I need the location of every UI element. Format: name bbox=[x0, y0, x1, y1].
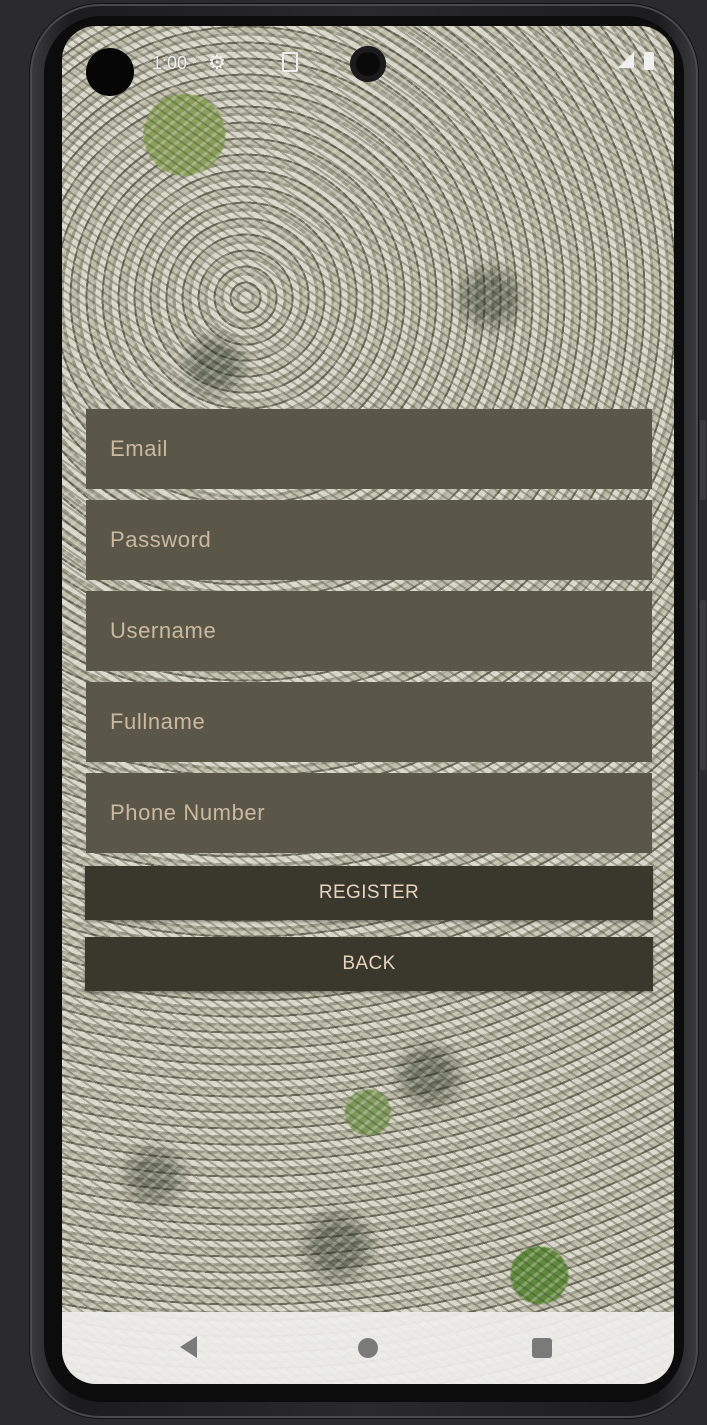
fullname-field[interactable]: Fullname bbox=[86, 682, 652, 762]
password-field[interactable]: Password bbox=[86, 500, 652, 580]
username-field[interactable]: Username bbox=[86, 591, 652, 671]
signal-icon bbox=[618, 52, 634, 68]
password-placeholder: Password bbox=[110, 527, 212, 552]
sim-card-icon bbox=[282, 52, 298, 72]
register-form: Email Password Username Fullname Phone N… bbox=[85, 409, 653, 991]
phone-number-placeholder: Phone Number bbox=[110, 800, 266, 825]
battery-icon bbox=[644, 52, 654, 70]
screen: 1:00 ⚙ Email Password Username Fullname bbox=[62, 26, 674, 1384]
punch-hole-camera bbox=[350, 46, 386, 82]
back-button[interactable]: BACK bbox=[85, 937, 653, 991]
volume-button bbox=[700, 600, 706, 770]
navigation-bar bbox=[62, 1312, 674, 1384]
username-placeholder: Username bbox=[110, 618, 217, 643]
gear-icon: ⚙ bbox=[208, 52, 226, 74]
device-frame: 1:00 ⚙ Email Password Username Fullname bbox=[0, 0, 707, 1425]
fullname-placeholder: Fullname bbox=[110, 709, 206, 734]
nav-recents-icon[interactable] bbox=[532, 1338, 552, 1358]
register-button[interactable]: REGISTER bbox=[85, 866, 653, 920]
nav-home-icon[interactable] bbox=[358, 1338, 378, 1358]
status-time: 1:00 bbox=[152, 53, 188, 73]
status-icons-right bbox=[618, 52, 654, 70]
email-field[interactable]: Email bbox=[86, 409, 652, 489]
email-placeholder: Email bbox=[110, 436, 169, 461]
power-button bbox=[700, 420, 706, 500]
status-bar: 1:00 ⚙ bbox=[62, 26, 674, 96]
front-camera bbox=[86, 48, 134, 96]
nav-back-icon[interactable] bbox=[180, 1336, 197, 1358]
phone-number-field[interactable]: Phone Number bbox=[86, 773, 652, 853]
